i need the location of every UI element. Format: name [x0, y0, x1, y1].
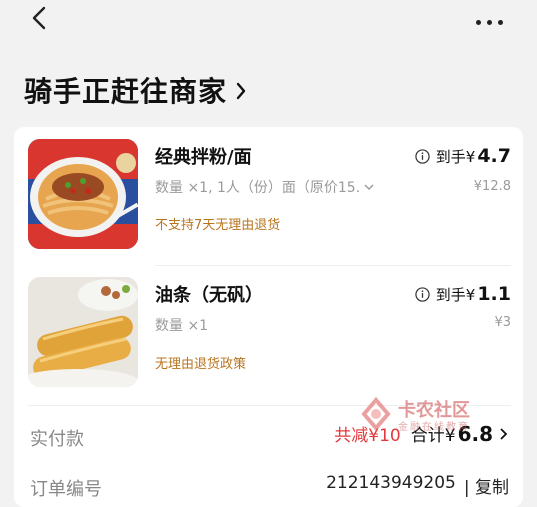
chevron-right-icon: [500, 428, 508, 440]
order-number: 212143949205: [326, 473, 456, 493]
product-quantity[interactable]: 数量 ×1, 1人（份）面（原价15.: [155, 177, 374, 197]
more-dot-icon: [487, 19, 492, 25]
watermark-subtitle: 金融在线教育: [398, 422, 470, 433]
chevron-down-icon: [364, 184, 374, 190]
order-status-text: 骑手正赶往商家: [24, 75, 228, 108]
watermark-logo-icon: [361, 396, 391, 432]
paid-amount-label: 实付款: [30, 429, 84, 450]
price-prefix: 到手¥: [435, 286, 476, 304]
divider: [155, 265, 511, 266]
product-quantity-text: 数量 ×1, 1人（份）面（原价15.: [155, 180, 361, 196]
price-value: 1.1: [477, 283, 511, 305]
original-price: ¥12.8: [473, 179, 511, 194]
copy-button[interactable]: | 复制: [464, 473, 509, 498]
product-quantity-text: 数量 ×1: [155, 318, 209, 334]
product-image-youtiao[interactable]: [28, 277, 138, 387]
order-number-row: 212143949205 | 复制: [326, 473, 509, 498]
product-name: 油条（无矾）: [155, 285, 263, 306]
return-policy: 无理由退货政策: [155, 357, 247, 372]
final-price: 到手¥ 1.1: [415, 283, 511, 305]
more-dot-icon: [476, 19, 481, 25]
back-button[interactable]: [28, 4, 52, 32]
more-options-button[interactable]: [476, 12, 512, 32]
price-prefix: 到手¥: [435, 148, 476, 166]
watermark: 卡农社区 金融在线教育: [358, 396, 478, 436]
info-icon[interactable]: [415, 286, 430, 302]
chevron-left-icon: [32, 6, 46, 30]
order-card: 经典拌粉/面 数量 ×1, 1人（份）面（原价15. 不支持7天无理由退货 到手…: [14, 127, 523, 507]
more-dot-icon: [498, 19, 503, 25]
chevron-right-icon: [236, 82, 246, 100]
product-image-noodles[interactable]: [28, 139, 138, 249]
order-status-title[interactable]: 骑手正赶往商家: [24, 70, 247, 110]
info-icon[interactable]: [415, 148, 430, 164]
order-number-label: 订单编号: [30, 479, 102, 500]
product-name: 经典拌粉/面: [155, 147, 252, 168]
price-value: 4.7: [477, 145, 511, 167]
original-price: ¥3: [494, 315, 511, 330]
product-quantity: 数量 ×1: [155, 315, 208, 335]
final-price: 到手¥ 4.7: [415, 145, 511, 167]
return-policy: 不支持7天无理由退货: [155, 218, 281, 233]
